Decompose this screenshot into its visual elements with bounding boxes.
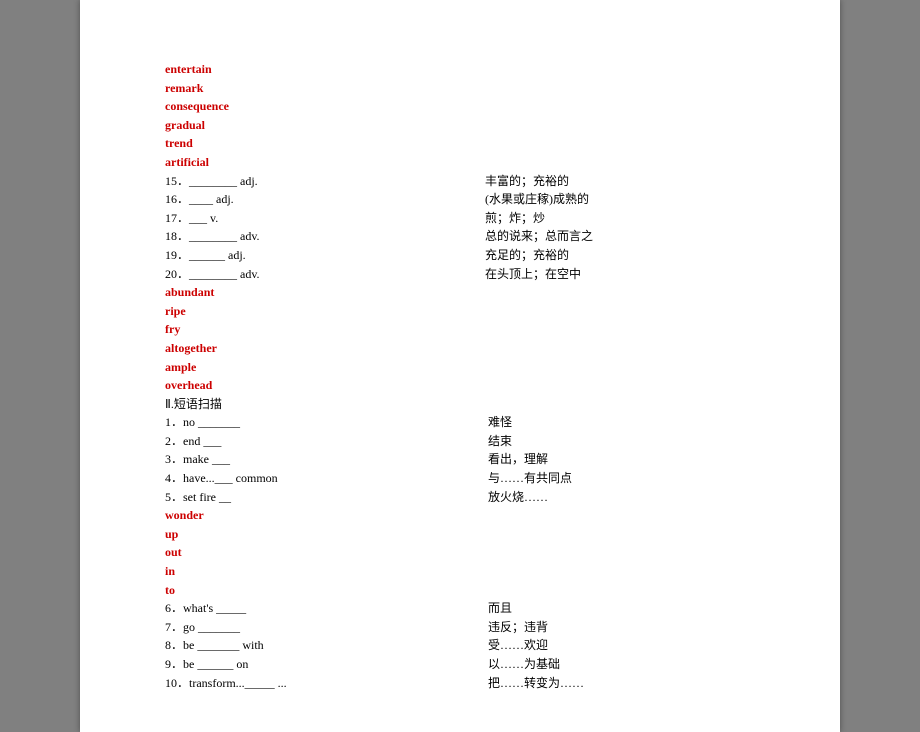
list-item: 4．have...___ common 与……有共同点 <box>165 469 755 488</box>
item-right: 充足的；充裕的 <box>485 246 755 265</box>
item-right: 把……转变为…… <box>485 674 755 693</box>
item-right: 以……为基础 <box>485 655 755 674</box>
item-right: 受……欢迎 <box>485 636 755 655</box>
list-item: 20．________ adv.在头顶上；在空中 <box>165 265 755 284</box>
vocab-word: up <box>165 525 755 544</box>
item-left: 7．go _______ <box>165 618 485 637</box>
vocab-word: overhead <box>165 376 755 395</box>
red-word-group-1: entertain remark consequence gradual tre… <box>165 60 755 172</box>
item-group-3: 6．what's _____ 而且 7．go _______ 违反；违背 8．b… <box>165 599 755 692</box>
item-right: 违反；违背 <box>485 618 755 637</box>
list-item: 8．be _______ with 受……欢迎 <box>165 636 755 655</box>
item-right: 与……有共同点 <box>485 469 755 488</box>
item-left: 1．no _______ <box>165 413 485 432</box>
vocab-word: out <box>165 543 755 562</box>
vocab-word: artificial <box>165 153 755 172</box>
item-right: 丰富的；充裕的 <box>485 172 755 191</box>
red-word-group-3: wonder up out in to <box>165 506 755 599</box>
vocab-word: to <box>165 581 755 600</box>
list-item: 7．go _______ 违反；违背 <box>165 618 755 637</box>
list-item: 17．___ v.煎；炸；炒 <box>165 209 755 228</box>
red-word-group-2: abundant ripe fry altogether ample overh… <box>165 283 755 395</box>
item-group-2: 1．no _______ 难怪 2．end ___ 结束 3．make ___ … <box>165 413 755 506</box>
item-right: 在头顶上；在空中 <box>485 265 755 284</box>
list-item: 18．________ adv.总的说来；总而言之 <box>165 227 755 246</box>
list-item: 1．no _______ 难怪 <box>165 413 755 432</box>
document-page: entertain remark consequence gradual tre… <box>80 0 840 732</box>
vocab-word: consequence <box>165 97 755 116</box>
item-right: 放火烧…… <box>485 488 755 507</box>
item-left: 16．____ adj. <box>165 190 485 209</box>
vocab-word: ripe <box>165 302 755 321</box>
item-left: 4．have...___ common <box>165 469 485 488</box>
item-left: 17．___ v. <box>165 209 485 228</box>
item-left: 10．transform..._____ ... <box>165 674 485 693</box>
list-item: 19．______ adj.充足的；充裕的 <box>165 246 755 265</box>
item-left: 15．________ adj. <box>165 172 485 191</box>
vocab-word: gradual <box>165 116 755 135</box>
vocab-word: entertain <box>165 60 755 79</box>
list-item: 5．set fire __ 放火烧…… <box>165 488 755 507</box>
item-left: 8．be _______ with <box>165 636 485 655</box>
list-item: 16．____ adj.(水果或庄稼)成熟的 <box>165 190 755 209</box>
item-right: 看出，理解 <box>485 450 755 469</box>
item-right: (水果或庄稼)成熟的 <box>485 190 755 209</box>
vocab-word: remark <box>165 79 755 98</box>
vocab-word: wonder <box>165 506 755 525</box>
item-right: 结束 <box>485 432 755 451</box>
item-left: 20．________ adv. <box>165 265 485 284</box>
item-left: 5．set fire __ <box>165 488 485 507</box>
list-item: 2．end ___ 结束 <box>165 432 755 451</box>
item-left: 3．make ___ <box>165 450 485 469</box>
item-left: 9．be ______ on <box>165 655 485 674</box>
section-heading: Ⅱ.短语扫描 <box>165 395 755 414</box>
item-right: 总的说来；总而言之 <box>485 227 755 246</box>
list-item: 10．transform..._____ ... 把……转变为…… <box>165 674 755 693</box>
vocab-word: ample <box>165 358 755 377</box>
list-item: 9．be ______ on 以……为基础 <box>165 655 755 674</box>
item-right: 而且 <box>485 599 755 618</box>
vocab-word: fry <box>165 320 755 339</box>
list-item: 6．what's _____ 而且 <box>165 599 755 618</box>
item-left: 2．end ___ <box>165 432 485 451</box>
item-group-1: 15．________ adj.丰富的；充裕的 16．____ adj.(水果或… <box>165 172 755 284</box>
vocab-word: trend <box>165 134 755 153</box>
item-left: 6．what's _____ <box>165 599 485 618</box>
item-left: 18．________ adv. <box>165 227 485 246</box>
vocab-word: abundant <box>165 283 755 302</box>
item-left: 19．______ adj. <box>165 246 485 265</box>
vocab-word: altogether <box>165 339 755 358</box>
list-item: 3．make ___ 看出，理解 <box>165 450 755 469</box>
item-right: 煎；炸；炒 <box>485 209 755 228</box>
vocab-word: in <box>165 562 755 581</box>
item-right: 难怪 <box>485 413 755 432</box>
list-item: 15．________ adj.丰富的；充裕的 <box>165 172 755 191</box>
